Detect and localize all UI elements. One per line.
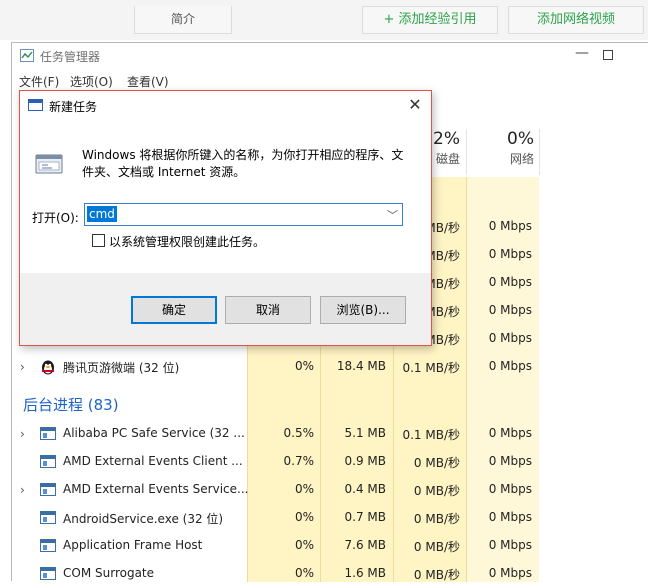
open-label: 打开(O): xyxy=(32,211,79,225)
process-icon xyxy=(40,511,56,524)
menu-options[interactable]: 选项(O) xyxy=(70,73,113,90)
network-value: 0 Mbps xyxy=(488,510,532,524)
column-divider xyxy=(539,129,540,175)
browse-button[interactable]: 浏览(B)... xyxy=(320,296,406,324)
table-row[interactable]: COM Surrogate 0% 1.6 MB 0 MB/秒 0 Mbps xyxy=(12,560,638,588)
column-divider xyxy=(466,129,467,175)
process-name: AMD External Events Client ... xyxy=(63,454,243,468)
chevron-right-icon[interactable]: › xyxy=(20,360,25,374)
cancel-button[interactable]: 取消 xyxy=(225,296,311,324)
memory-value: 0.9 MB xyxy=(344,454,386,468)
dialog-description: Windows 将根据你所键入的名称，为你打开相应的程序、文件夹、文档或 Int… xyxy=(82,148,404,179)
process-name: Alibaba PC Safe Service (32 ... xyxy=(63,426,245,440)
add-web-video-button[interactable]: 添加网络视频 xyxy=(508,6,644,34)
process-icon xyxy=(40,539,56,552)
network-value: 0 Mbps xyxy=(488,426,532,440)
network-value: 0 Mbps xyxy=(488,219,532,233)
network-value: 0 Mbps xyxy=(488,538,532,552)
task-manager-title: 任务管理器 xyxy=(40,50,101,64)
disk-value: 0 MB/秒 xyxy=(413,456,460,470)
disk-value: 0 MB/秒 xyxy=(413,484,460,498)
table-row[interactable]: › AMD External Events Service... 0% 0.4 … xyxy=(12,476,638,504)
table-row[interactable]: › 腾讯页游微端 (32 位) 0% 18.4 MB 0.1 MB/秒 0 Mb… xyxy=(12,353,638,381)
process-name: AMD External Events Service... xyxy=(63,482,249,496)
disk-value: 0 MB/秒 xyxy=(413,540,460,554)
dialog-title: 新建任务 xyxy=(49,100,98,114)
process-name: AndroidService.exe (32 位) xyxy=(63,512,224,526)
new-task-dialog: 新建任务 ✕ Windows 将根据你所键入的名称，为你打开相应的程序、文件夹、… xyxy=(19,90,432,346)
table-row[interactable]: › Alibaba PC Safe Service (32 ... 0.5% 5… xyxy=(12,420,638,448)
network-value: 0 Mbps xyxy=(488,247,532,261)
dialog-titlebar[interactable]: 新建任务 ✕ xyxy=(20,91,431,121)
network-value: 0 Mbps xyxy=(488,275,532,289)
cpu-value: 0% xyxy=(294,510,314,524)
network-value: 0 Mbps xyxy=(488,566,532,580)
close-button[interactable]: ✕ xyxy=(404,95,426,114)
network-label: 网络 xyxy=(509,152,534,166)
background-processes-heading: 后台进程 (83) xyxy=(23,396,119,414)
open-input[interactable]: cmd xyxy=(87,206,117,222)
task-manager-icon xyxy=(20,49,34,62)
memory-value: 0.7 MB xyxy=(344,510,386,524)
process-name: Application Frame Host xyxy=(63,538,203,552)
task-manager-titlebar[interactable]: 任务管理器 — xyxy=(12,43,648,69)
open-combobox[interactable]: cmd ﹀ xyxy=(84,203,403,226)
menu-bar: 文件(F) 选项(O) 查看(V) xyxy=(12,71,648,91)
admin-privilege-label[interactable]: 以系统管理权限创建此任务。 xyxy=(109,233,265,250)
network-value: 0 Mbps xyxy=(488,359,532,373)
run-icon xyxy=(35,154,63,174)
menu-view[interactable]: 查看(V) xyxy=(127,73,169,90)
network-value: 0 Mbps xyxy=(488,303,532,317)
cpu-value: 0% xyxy=(294,538,314,552)
chevron-down-icon[interactable]: ﹀ xyxy=(387,207,398,223)
ok-button[interactable]: 确定 xyxy=(131,296,217,324)
disk-value: 0.1 MB/秒 xyxy=(402,428,460,442)
memory-value: 1.6 MB xyxy=(344,566,386,580)
network-value: 0 Mbps xyxy=(488,454,532,468)
cpu-value: 0% xyxy=(294,482,314,496)
memory-value: 0.4 MB xyxy=(344,482,386,496)
network-percent: 0% xyxy=(507,129,534,149)
cpu-value: 0.5% xyxy=(283,426,315,440)
table-row[interactable]: AndroidService.exe (32 位) 0% 0.7 MB 0 MB… xyxy=(12,504,638,532)
chevron-right-icon[interactable]: › xyxy=(20,483,25,497)
cpu-value: 0.7% xyxy=(283,454,315,468)
process-icon xyxy=(40,455,56,468)
process-name: 腾讯页游微端 (32 位) xyxy=(63,361,180,375)
intro-tab[interactable]: 简介 xyxy=(134,6,232,34)
memory-value: 18.4 MB xyxy=(336,359,386,373)
disk-value: 0.1 MB/秒 xyxy=(402,361,460,375)
disk-value: 0 MB/秒 xyxy=(413,568,460,582)
window-icon xyxy=(28,99,43,111)
memory-value: 7.6 MB xyxy=(344,538,386,552)
process-name: COM Surrogate xyxy=(63,566,155,580)
network-value: 0 Mbps xyxy=(488,482,532,496)
web-page-toolbar: 简介 + 添加经验引用 添加网络视频 xyxy=(0,0,648,40)
minimize-button[interactable]: — xyxy=(572,45,592,61)
dialog-body: Windows 将根据你所键入的名称，为你打开相应的程序、文件夹、文档或 Int… xyxy=(20,121,431,273)
cpu-value: 0% xyxy=(294,359,314,373)
menu-file[interactable]: 文件(F) xyxy=(19,73,59,90)
disk-value: 0 MB/秒 xyxy=(413,512,460,526)
tencent-penguin-icon xyxy=(42,360,54,375)
admin-privilege-checkbox[interactable] xyxy=(92,234,105,247)
network-column-header[interactable]: 0% 网络 xyxy=(484,129,534,167)
memory-value: 5.1 MB xyxy=(344,426,386,440)
table-row[interactable]: AMD External Events Client ... 0.7% 0.9 … xyxy=(12,448,638,476)
cpu-value: 0% xyxy=(294,566,314,580)
add-experience-reference-button[interactable]: + 添加经验引用 xyxy=(362,6,498,34)
process-icon xyxy=(40,427,56,440)
maximize-button[interactable] xyxy=(603,50,613,60)
table-row[interactable]: Application Frame Host 0% 7.6 MB 0 MB/秒 … xyxy=(12,532,638,560)
process-icon xyxy=(40,567,56,580)
network-value: 0 Mbps xyxy=(488,331,532,345)
process-icon xyxy=(40,483,56,496)
chevron-right-icon[interactable]: › xyxy=(20,427,25,441)
